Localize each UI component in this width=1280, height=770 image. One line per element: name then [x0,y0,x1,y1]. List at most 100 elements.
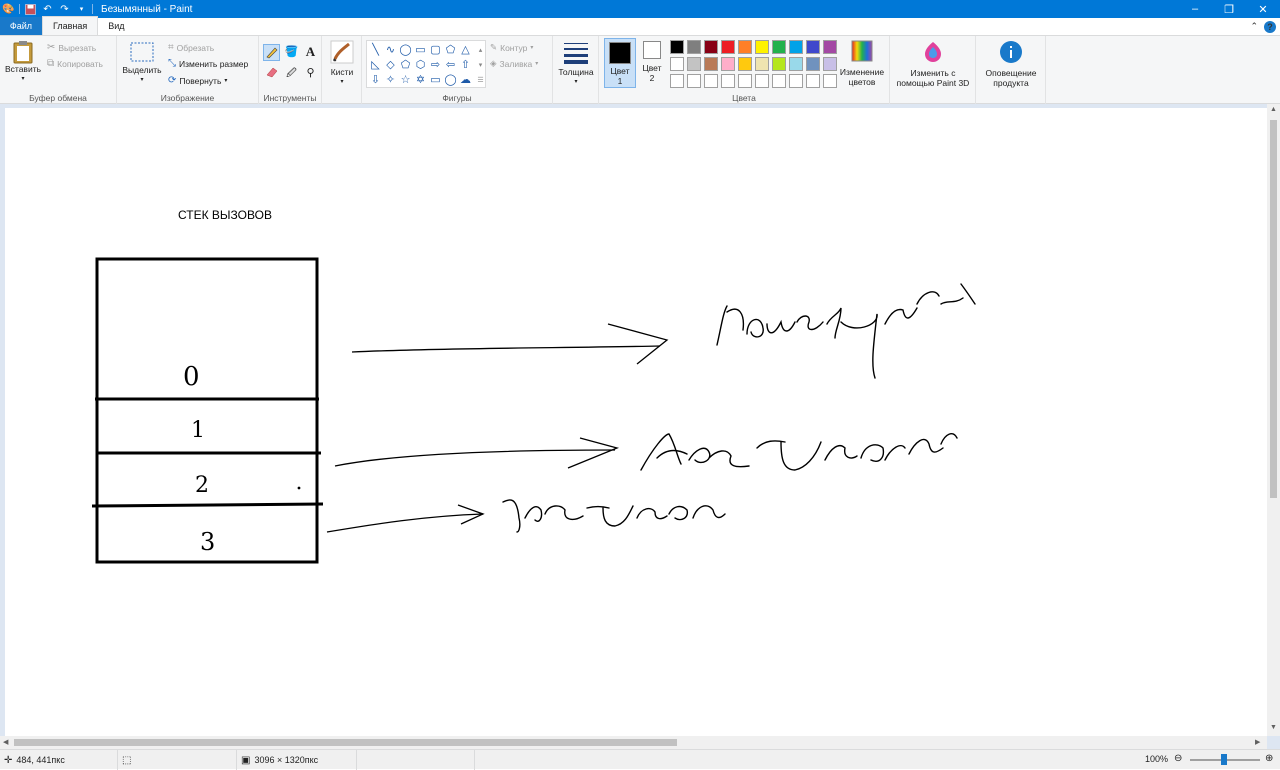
color2-button[interactable]: Цвет 2 [638,41,666,83]
edit-colors-button[interactable]: Изменение цветов [835,40,889,87]
scroll-left-arrow-icon[interactable]: ◀ [3,738,8,746]
help-icon[interactable]: ? [1264,21,1276,33]
palette-swatch[interactable] [823,40,837,54]
vertical-scrollbar[interactable]: ▲ ▼ [1267,104,1280,736]
close-button[interactable]: ✕ [1246,0,1280,18]
zoom-slider-thumb[interactable] [1221,754,1227,765]
palette-swatch[interactable] [755,57,769,71]
scroll-right-arrow-icon[interactable]: ▶ [1255,738,1260,746]
palette-swatch[interactable] [789,57,803,71]
palette-swatch[interactable] [670,57,684,71]
customize-icon[interactable]: ▾ [75,3,88,16]
palette-swatch[interactable] [806,57,820,71]
up-arrow-shape-icon[interactable]: ⇧ [459,58,472,71]
eraser-tool[interactable] [265,66,280,81]
palette-swatch[interactable] [755,40,769,54]
select-button[interactable]: Выделить ▾ [121,42,163,85]
palette-swatch[interactable] [738,40,752,54]
rectangle-shape-icon[interactable]: ▭ [414,43,427,56]
palette-swatch[interactable] [823,57,837,71]
brushes-button[interactable]: Кисти ▾ [326,40,358,87]
palette-swatch[interactable] [772,40,786,54]
rotate-button[interactable]: ⟳ Повернуть ▾ [168,75,227,86]
horizontal-scroll-thumb[interactable] [14,739,677,746]
pencil-tool[interactable] [263,44,280,61]
right-arrow-shape-icon[interactable]: ⇨ [429,58,442,71]
shapes-scroll-up-icon[interactable]: ▴ [474,43,487,56]
horizontal-scrollbar[interactable]: ◀ ▶ [0,736,1267,749]
scroll-down-arrow-icon[interactable]: ▼ [1270,724,1277,731]
size-button[interactable]: Толщина ▾ [556,40,596,87]
line-shape-icon[interactable]: ╲ [369,43,382,56]
palette-swatch[interactable] [755,74,769,88]
palette-swatch[interactable] [789,40,803,54]
paste-button[interactable]: Вставить ▾ [4,40,42,84]
shapes-expand-icon[interactable]: ☰ [474,73,487,86]
zoom-in-icon[interactable]: ⊕ [1265,753,1273,764]
down-arrow-shape-icon[interactable]: ⇩ [369,73,382,86]
edit-with-paint3d-button[interactable]: Изменить с помощью Paint 3D [892,40,974,88]
zoom-out-icon[interactable]: ⊖ [1174,753,1182,764]
palette-swatch[interactable] [721,57,735,71]
palette-swatch[interactable] [806,74,820,88]
palette-swatch[interactable] [670,40,684,54]
product-alert-button[interactable]: Оповещение продукта [978,40,1044,88]
crop-button[interactable]: ⌗ Обрезать [168,42,214,53]
palette-swatch[interactable] [704,74,718,88]
tab-home[interactable]: Главная [42,16,99,35]
hexagon-shape-icon[interactable]: ⬡ [414,58,427,71]
text-tool[interactable]: A [303,44,318,59]
right-triangle-shape-icon[interactable]: ◺ [369,58,382,71]
tab-file[interactable]: Файл [0,17,42,35]
palette-swatch[interactable] [738,74,752,88]
drawing-canvas[interactable]: СТЕК ВЫЗОВОВ 0 1 2 3 [5,108,1267,737]
restore-button[interactable]: ❐ [1212,0,1246,18]
palette-swatch[interactable] [704,57,718,71]
copy-button[interactable]: ⧉ Копировать [47,58,103,69]
triangle-shape-icon[interactable]: △ [459,43,472,56]
fill-button[interactable]: ◈ Заливка ▾ [490,58,538,69]
polygon-shape-icon[interactable]: ⬠ [444,43,457,56]
four-point-star-shape-icon[interactable]: ✧ [384,73,397,86]
undo-icon[interactable]: ↶ [41,3,54,16]
shapes-scroll-down-icon[interactable]: ▾ [474,58,487,71]
palette-swatch[interactable] [738,57,752,71]
oval-shape-icon[interactable]: ◯ [399,43,412,56]
callout-oval-shape-icon[interactable]: ◯ [444,73,457,86]
palette-swatch[interactable] [721,74,735,88]
minimize-button[interactable]: – [1178,0,1212,18]
palette-swatch[interactable] [789,74,803,88]
six-point-star-shape-icon[interactable]: ✡ [414,73,427,86]
redo-icon[interactable]: ↷ [58,3,71,16]
scroll-up-arrow-icon[interactable]: ▲ [1270,106,1277,113]
color-picker-tool[interactable]: 🖉 [284,66,299,81]
vertical-scroll-thumb[interactable] [1270,120,1277,498]
palette-swatch[interactable] [704,40,718,54]
callout-rect-shape-icon[interactable]: ▭ [429,73,442,86]
palette-swatch[interactable] [823,74,837,88]
rounded-rectangle-shape-icon[interactable]: ▢ [429,43,442,56]
palette-swatch[interactable] [687,40,701,54]
diamond-shape-icon[interactable]: ◇ [384,58,397,71]
palette-swatch[interactable] [772,57,786,71]
left-arrow-shape-icon[interactable]: ⇦ [444,58,457,71]
palette-swatch[interactable] [670,74,684,88]
color1-button[interactable]: Цвет 1 [604,38,636,88]
palette-swatch[interactable] [687,74,701,88]
outline-button[interactable]: ✎ Контур ▾ [490,42,533,53]
palette-swatch[interactable] [806,40,820,54]
pentagon-shape-icon[interactable]: ⬠ [399,58,412,71]
palette-swatch[interactable] [687,57,701,71]
save-icon[interactable] [24,3,37,16]
magnifier-tool[interactable]: ⚲ [303,66,318,81]
cut-button[interactable]: ✂ Вырезать [47,42,96,53]
five-point-star-shape-icon[interactable]: ☆ [399,73,412,86]
palette-swatch[interactable] [721,40,735,54]
fill-tool[interactable]: 🪣 [284,45,299,60]
curve-shape-icon[interactable]: ∿ [384,43,397,56]
collapse-ribbon-icon[interactable]: ⌃ [1250,21,1258,33]
paint-app-icon[interactable]: 🎨 [2,3,15,16]
palette-swatch[interactable] [772,74,786,88]
callout-cloud-shape-icon[interactable]: ☁ [459,73,472,86]
tab-view[interactable]: Вид [98,17,134,35]
